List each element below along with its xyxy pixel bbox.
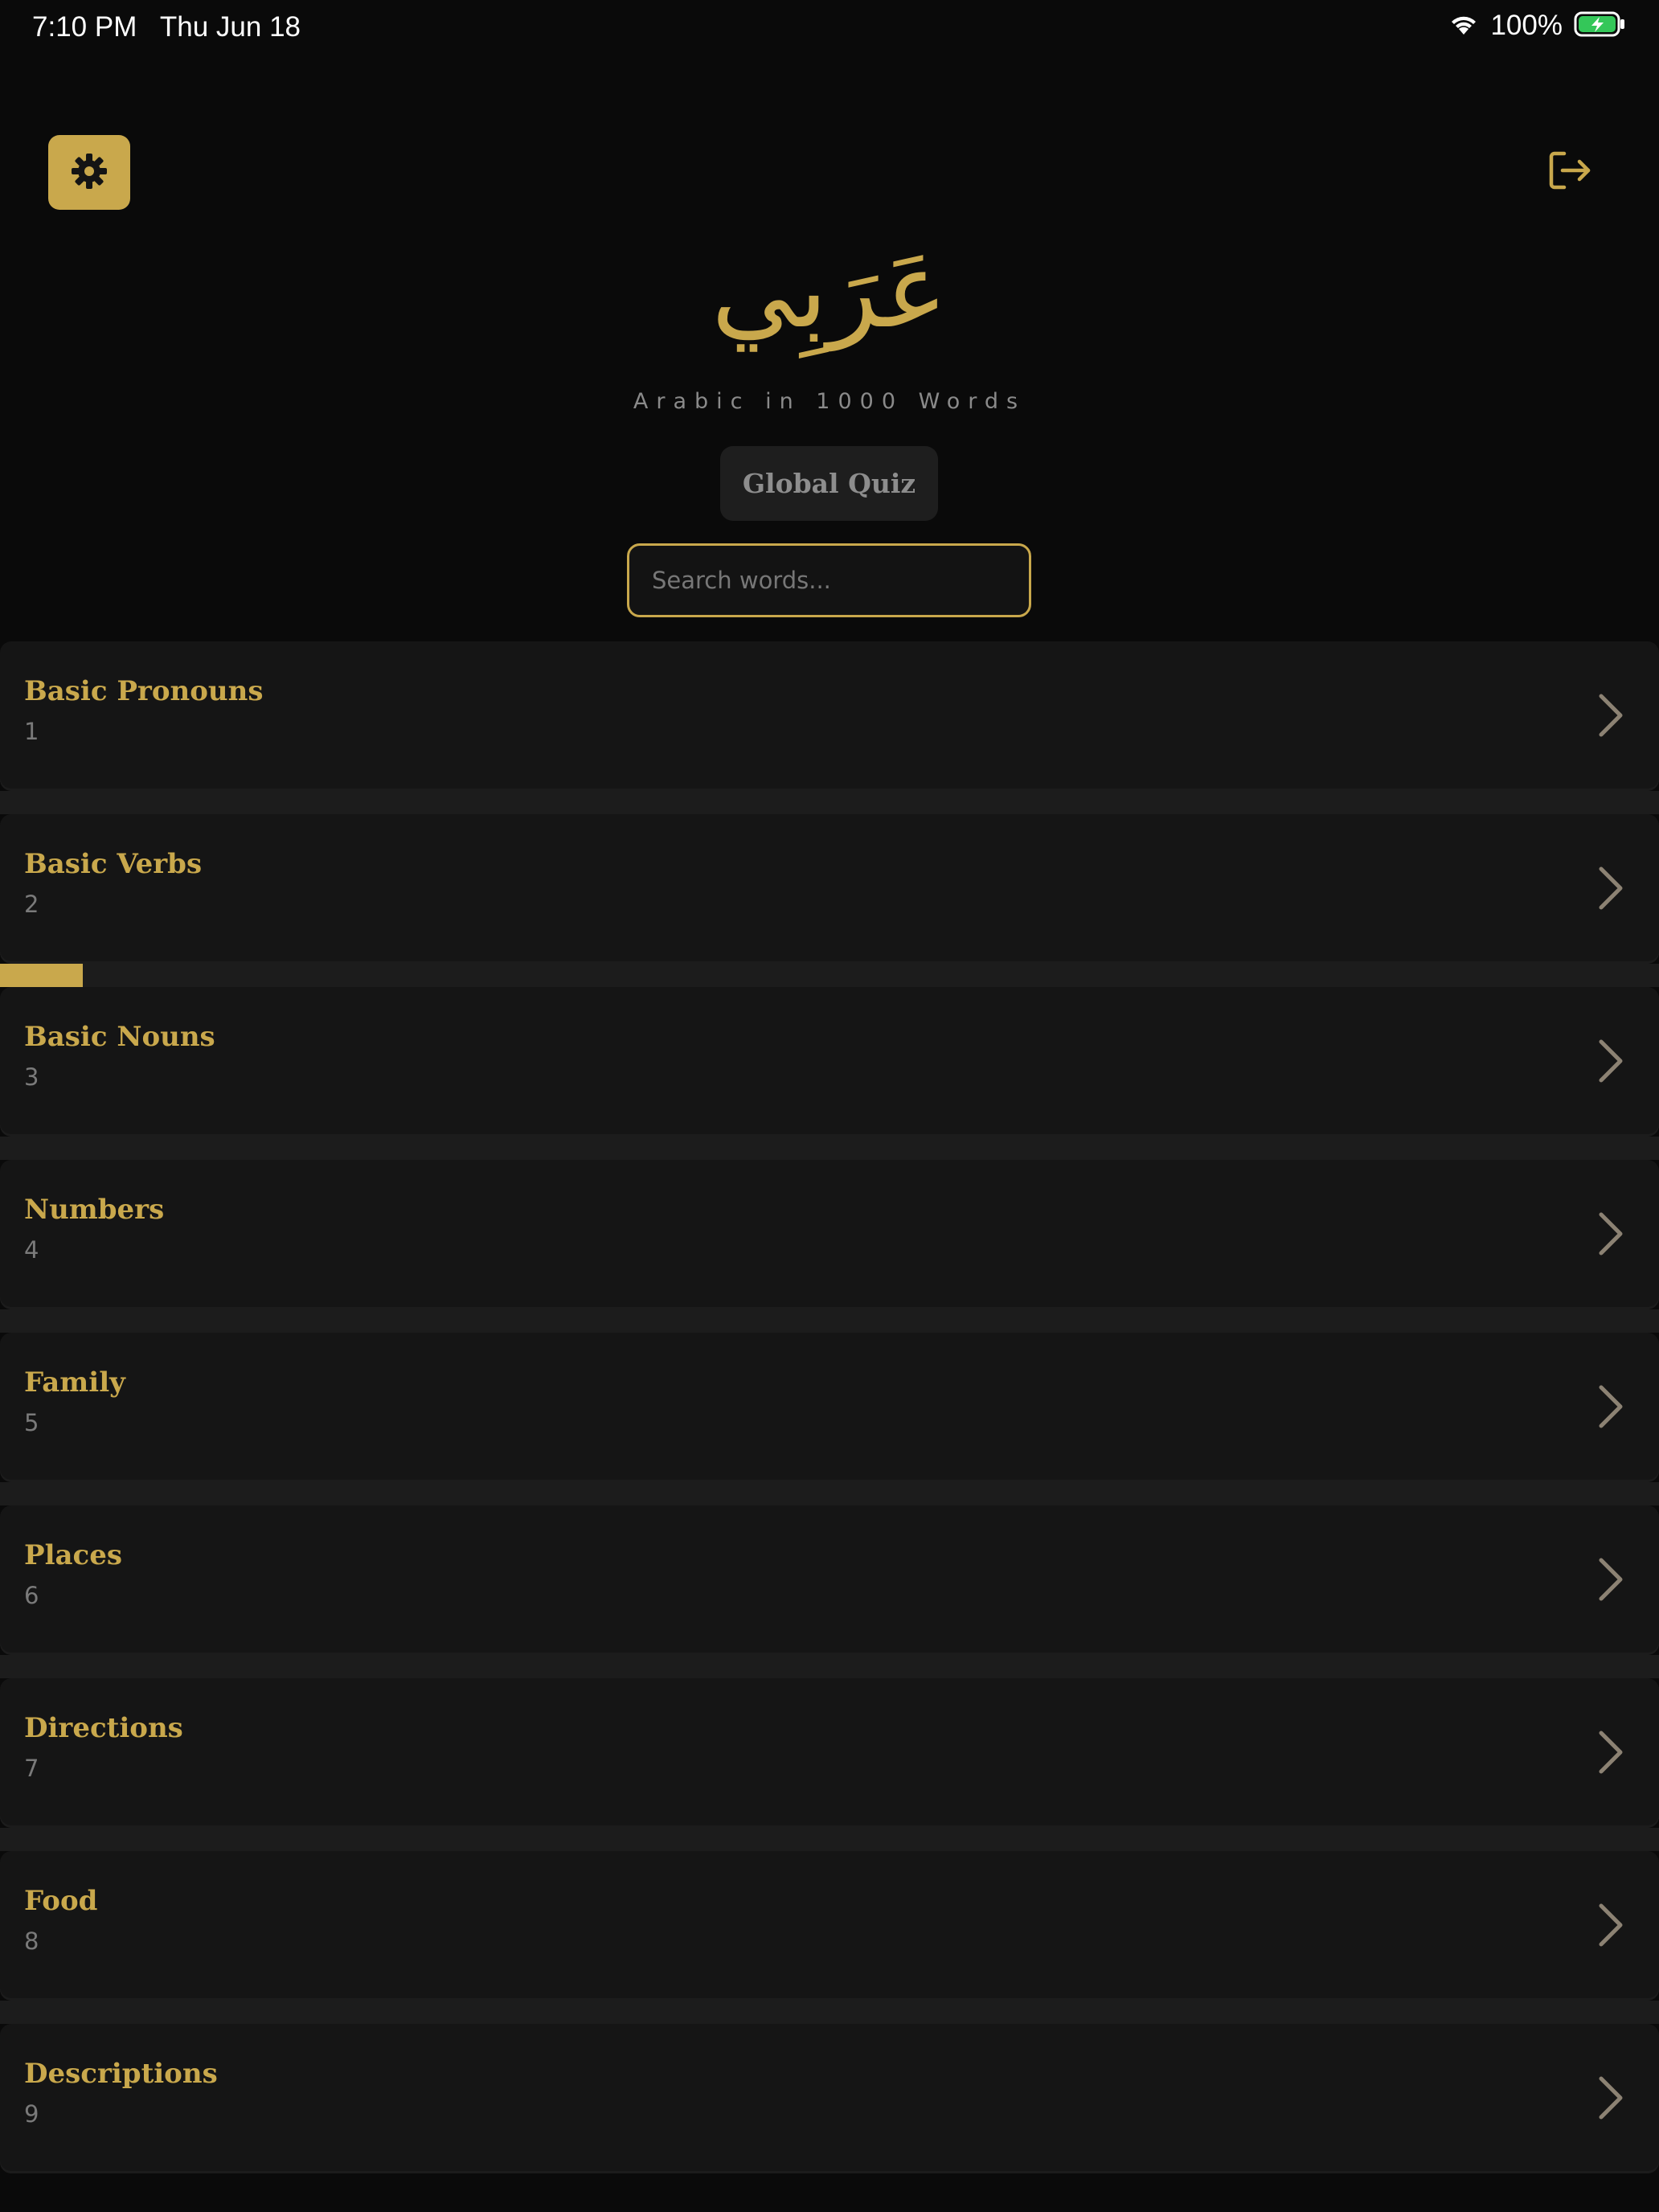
category-row-1[interactable]: Basic Pronouns 1 bbox=[0, 641, 1659, 814]
category-name: Places bbox=[24, 1539, 122, 1571]
category-row-8[interactable]: Food 8 bbox=[0, 1851, 1659, 2024]
chevron-right-icon bbox=[1599, 2076, 1623, 2120]
category-row-4[interactable]: Numbers 4 bbox=[0, 1160, 1659, 1333]
chevron-right-icon bbox=[1599, 1212, 1623, 1256]
global-quiz-button[interactable]: Global Quiz bbox=[720, 446, 938, 521]
category-name: Numbers bbox=[24, 1194, 165, 1226]
category-row-3[interactable]: Basic Nouns 3 bbox=[0, 987, 1659, 1160]
category-name: Family bbox=[24, 1366, 125, 1399]
chevron-right-icon bbox=[1599, 694, 1623, 737]
category-row-9[interactable]: Descriptions 9 bbox=[0, 2024, 1659, 2173]
chevron-right-icon bbox=[1599, 1731, 1623, 1774]
category-number: 8 bbox=[24, 1927, 39, 1955]
category-name: Basic Verbs bbox=[24, 848, 203, 880]
chevron-right-icon bbox=[1599, 1039, 1623, 1083]
category-number: 9 bbox=[24, 2100, 39, 2128]
category-name: Descriptions bbox=[24, 2058, 218, 2090]
category-number: 3 bbox=[24, 1063, 39, 1091]
category-name: Food bbox=[24, 1885, 98, 1917]
category-row-5[interactable]: Family 5 bbox=[0, 1333, 1659, 1505]
chevron-right-icon bbox=[1599, 1385, 1623, 1428]
category-row-7[interactable]: Directions 7 bbox=[0, 1678, 1659, 1851]
category-number: 7 bbox=[24, 1755, 39, 1782]
settings-button[interactable] bbox=[48, 135, 130, 210]
category-number: 4 bbox=[24, 1236, 39, 1264]
search-input[interactable] bbox=[627, 543, 1031, 617]
category-number: 1 bbox=[24, 718, 39, 745]
category-row-6[interactable]: Places 6 bbox=[0, 1505, 1659, 1678]
category-number: 5 bbox=[24, 1409, 39, 1436]
status-time: 7:10 PM Thu Jun 18 bbox=[32, 11, 301, 43]
category-name: Basic Pronouns bbox=[24, 675, 264, 707]
status-bar: 7:10 PM Thu Jun 18 100% bbox=[0, 0, 1659, 61]
category-name: Basic Nouns bbox=[24, 1021, 215, 1053]
battery-percent: 100% bbox=[1490, 10, 1563, 41]
chevron-right-icon bbox=[1599, 866, 1623, 910]
battery-charging-icon bbox=[1574, 10, 1627, 41]
wifi-icon bbox=[1448, 12, 1479, 39]
status-right: 100% bbox=[1448, 10, 1627, 42]
category-progress-bar bbox=[0, 964, 84, 987]
category-number: 2 bbox=[24, 891, 39, 918]
logout-icon bbox=[1548, 150, 1593, 194]
gear-icon bbox=[69, 151, 109, 195]
app-tagline: Arabic in 1000 Words bbox=[633, 389, 1026, 414]
category-name: Directions bbox=[24, 1712, 183, 1744]
logout-button[interactable] bbox=[1543, 145, 1598, 199]
category-number: 6 bbox=[24, 1582, 39, 1609]
app-logo: عَرَبِي bbox=[711, 229, 948, 351]
category-row-2[interactable]: Basic Verbs 2 bbox=[0, 814, 1659, 987]
chevron-right-icon bbox=[1599, 1903, 1623, 1947]
chevron-right-icon bbox=[1599, 1558, 1623, 1601]
category-list: Basic Pronouns 1 Basic Verbs 2 Basic Nou… bbox=[0, 641, 1659, 2197]
